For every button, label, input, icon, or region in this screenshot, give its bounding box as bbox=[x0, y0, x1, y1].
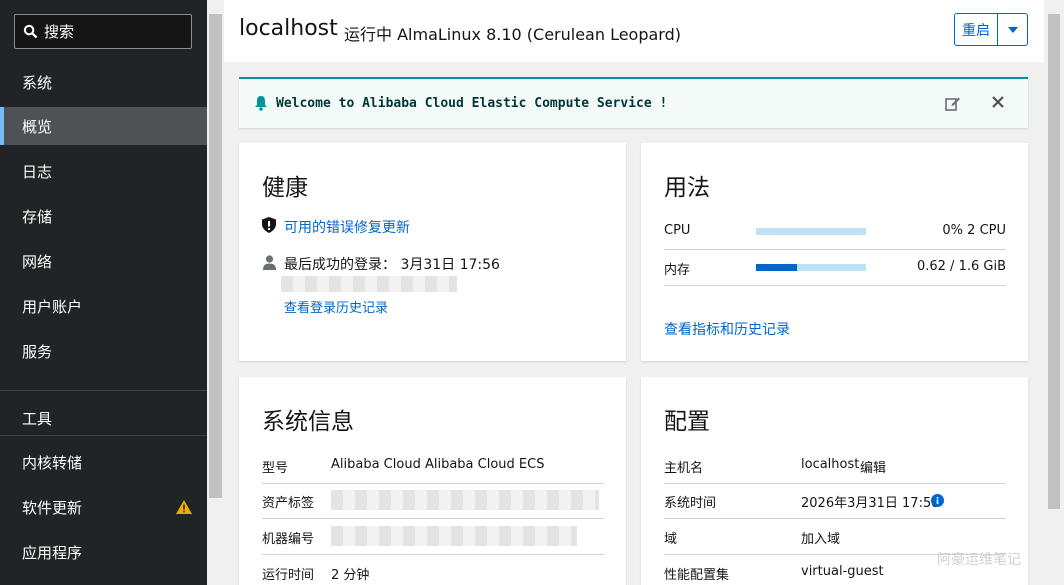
nav-section-system: 系统 bbox=[22, 74, 53, 92]
row-divider bbox=[664, 483, 1006, 484]
login-history-link[interactable]: 查看登录历史记录 bbox=[284, 297, 388, 316]
memory-label: 内存 bbox=[664, 263, 691, 278]
redacted-asset-tag bbox=[331, 490, 599, 510]
row-divider bbox=[262, 518, 604, 519]
row-divider bbox=[664, 518, 1006, 519]
page-header: localhost 运行中 AlmaLinux 8.10 (Cerulean L… bbox=[224, 0, 1044, 62]
memory-usage-bar bbox=[756, 264, 866, 271]
performance-profile-link[interactable]: virtual-guest bbox=[801, 564, 884, 579]
caret-down-icon bbox=[1007, 26, 1018, 33]
user-icon bbox=[263, 255, 276, 270]
sidebar-item-logs[interactable]: 日志 bbox=[0, 152, 207, 190]
row-divider bbox=[262, 483, 604, 484]
os-status: 运行中 AlmaLinux 8.10 (Cerulean Leopard) bbox=[344, 25, 681, 44]
sidebar-item-apps[interactable]: 应用程序 bbox=[0, 533, 207, 571]
main-scrollbar[interactable] bbox=[1044, 0, 1064, 585]
warning-icon bbox=[176, 500, 192, 514]
sysinfo-title: 系统信息 bbox=[262, 409, 354, 435]
bell-icon bbox=[255, 96, 267, 111]
sidebar-item-label: 软件更新 bbox=[22, 498, 83, 517]
motd-alert: Welcome to Alibaba Cloud Elastic Compute… bbox=[239, 77, 1028, 128]
sidebar-scrollbar[interactable] bbox=[207, 0, 224, 585]
cpu-label: CPU bbox=[664, 223, 691, 238]
edit-hostname-link[interactable]: 编辑 bbox=[860, 457, 886, 476]
watermark: 阿豪运维笔记 bbox=[937, 552, 1021, 568]
restart-button[interactable]: 重启 bbox=[954, 13, 998, 46]
nav-divider bbox=[0, 435, 207, 436]
edit-icon[interactable] bbox=[945, 96, 961, 111]
last-login-text: 最后成功的登录： 3月31日 17:56 bbox=[284, 257, 500, 273]
cpu-usage-bar bbox=[756, 228, 866, 235]
sidebar-item-accounts[interactable]: 用户账户 bbox=[0, 287, 207, 325]
page-title: localhost bbox=[239, 16, 338, 41]
sidebar-item-storage[interactable]: 存储 bbox=[0, 197, 207, 235]
sidebar: 系统 概览 日志 存储 网络 用户账户 服务 工具 内核转储 软件更新 应用程序 bbox=[0, 0, 207, 585]
search-box[interactable] bbox=[14, 14, 192, 49]
uptime-label: 运行时间 bbox=[262, 568, 315, 583]
sidebar-item-services[interactable]: 服务 bbox=[0, 332, 207, 370]
shield-icon bbox=[262, 217, 276, 233]
close-icon[interactable] bbox=[992, 96, 1004, 108]
scrollbar-thumb[interactable] bbox=[1048, 14, 1060, 509]
search-input[interactable] bbox=[44, 22, 184, 41]
health-card: 健康 可用的错误修复更新 最后成功的登录： 3月31日 17:56 查看登录历史… bbox=[239, 143, 626, 361]
memory-value: 0.62 / 1.6 GiB bbox=[916, 259, 1006, 274]
system-info-card: 系统信息 型号 Alibaba Cloud Alibaba Cloud ECS … bbox=[239, 377, 626, 585]
usage-title: 用法 bbox=[664, 175, 710, 201]
row-divider bbox=[262, 554, 604, 555]
join-domain-link[interactable]: 加入域 bbox=[801, 528, 840, 547]
sidebar-item-kdump[interactable]: 内核转储 bbox=[0, 443, 207, 481]
system-time-label: 系统时间 bbox=[664, 496, 717, 511]
power-dropdown-button[interactable] bbox=[997, 13, 1028, 46]
model-label: 型号 bbox=[262, 461, 289, 476]
scrollbar-thumb[interactable] bbox=[209, 14, 222, 498]
nav-divider bbox=[0, 390, 207, 391]
hostname-value: localhost bbox=[801, 457, 860, 472]
redacted-login-source bbox=[281, 276, 457, 292]
row-divider bbox=[664, 285, 1006, 286]
usage-card: 用法 CPU 0% 2 CPU 内存 0.62 / 1.6 GiB 查看指标和历… bbox=[641, 143, 1028, 361]
model-value: Alibaba Cloud Alibaba Cloud ECS bbox=[331, 457, 545, 472]
domain-label: 域 bbox=[664, 532, 678, 547]
bugfix-updates-link[interactable]: 可用的错误修复更新 bbox=[284, 217, 410, 237]
memory-usage-fill bbox=[756, 264, 797, 271]
uptime-value: 2 分钟 bbox=[331, 568, 370, 583]
sidebar-item-overview[interactable]: 概览 bbox=[0, 107, 207, 145]
cpu-value: 0% 2 CPU bbox=[942, 223, 1006, 238]
sidebar-item-network[interactable]: 网络 bbox=[0, 242, 207, 280]
system-time-link[interactable]: 2026年3月31日 17:58 bbox=[801, 492, 940, 511]
asset-tag-label: 资产标签 bbox=[262, 496, 315, 511]
search-icon bbox=[23, 24, 38, 39]
health-title: 健康 bbox=[262, 175, 308, 201]
profile-label: 性能配置集 bbox=[664, 568, 730, 583]
nav-section-tools: 工具 bbox=[22, 410, 53, 428]
hostname-label: 主机名 bbox=[664, 461, 704, 476]
sidebar-item-updates[interactable]: 软件更新 bbox=[0, 488, 207, 526]
alert-message: Welcome to Alibaba Cloud Elastic Compute… bbox=[276, 96, 668, 111]
metrics-history-link[interactable]: 查看指标和历史记录 bbox=[664, 319, 790, 339]
info-icon[interactable] bbox=[931, 494, 944, 507]
redacted-machine-id bbox=[331, 526, 577, 546]
machine-id-label: 机器编号 bbox=[262, 532, 315, 547]
config-title: 配置 bbox=[664, 409, 710, 435]
row-divider bbox=[664, 249, 1006, 250]
